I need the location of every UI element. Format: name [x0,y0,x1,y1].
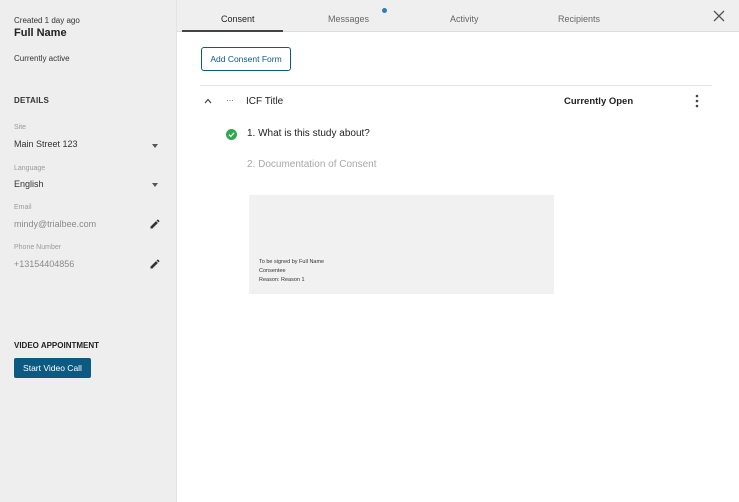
participant-name: Full Name [14,27,67,39]
step-1-link[interactable]: 1. What is this study about? [247,128,370,139]
signature-reason: Reason: Reason 1 [259,277,305,283]
start-video-call-button[interactable]: Start Video Call [14,358,91,378]
tab-bar: Consent Messages Activity Recipients [177,0,739,32]
sidebar: Created 1 day ago Full Name Currently ac… [0,0,177,502]
participant-status: Currently active [14,54,70,63]
email-value: mindy@trialbee.com [14,219,97,229]
divider [200,85,712,86]
tab-recipients[interactable]: Recipients [558,14,600,24]
phone-label: Phone Number [14,244,62,251]
site-label: Site [14,124,27,131]
form-title: ICF Title [246,96,284,107]
phone-value: +13154404856 [14,259,75,269]
site-dropdown-icon[interactable] [152,144,158,148]
signature-role: Consentee [259,268,286,274]
edit-phone-pencil-icon[interactable] [149,258,161,270]
active-tab-underline [182,30,283,32]
chevron-up-icon[interactable] [204,97,212,105]
language-select[interactable]: English [14,179,44,189]
step-2-link[interactable]: 2. Documentation of Consent [247,159,377,170]
details-heading: DETAILS [14,96,50,105]
created-timestamp: Created 1 day ago [14,16,80,25]
signature-box: To be signed by Full Name Consentee Reas… [249,195,554,294]
language-dropdown-icon[interactable] [152,183,158,187]
tab-activity[interactable]: Activity [450,14,479,24]
check-circle-icon [226,129,237,140]
form-status: Currently Open [564,96,634,107]
language-label: Language [14,165,46,172]
add-consent-form-button[interactable]: Add Consent Form [201,47,291,71]
tab-messages[interactable]: Messages [328,14,369,24]
video-appointment-heading: VIDEO APPOINTMENT [14,341,100,350]
tab-consent[interactable]: Consent [221,14,255,24]
close-icon[interactable] [712,9,726,23]
unread-dot-icon [382,8,387,13]
site-select[interactable]: Main Street 123 [14,139,78,149]
email-label: Email [14,204,32,211]
more-vertical-icon[interactable] [693,93,701,109]
signature-signer: To be signed by Full Name [259,259,325,265]
edit-email-pencil-icon[interactable] [149,218,161,230]
more-horizontal-icon[interactable]: ··· [226,95,234,105]
